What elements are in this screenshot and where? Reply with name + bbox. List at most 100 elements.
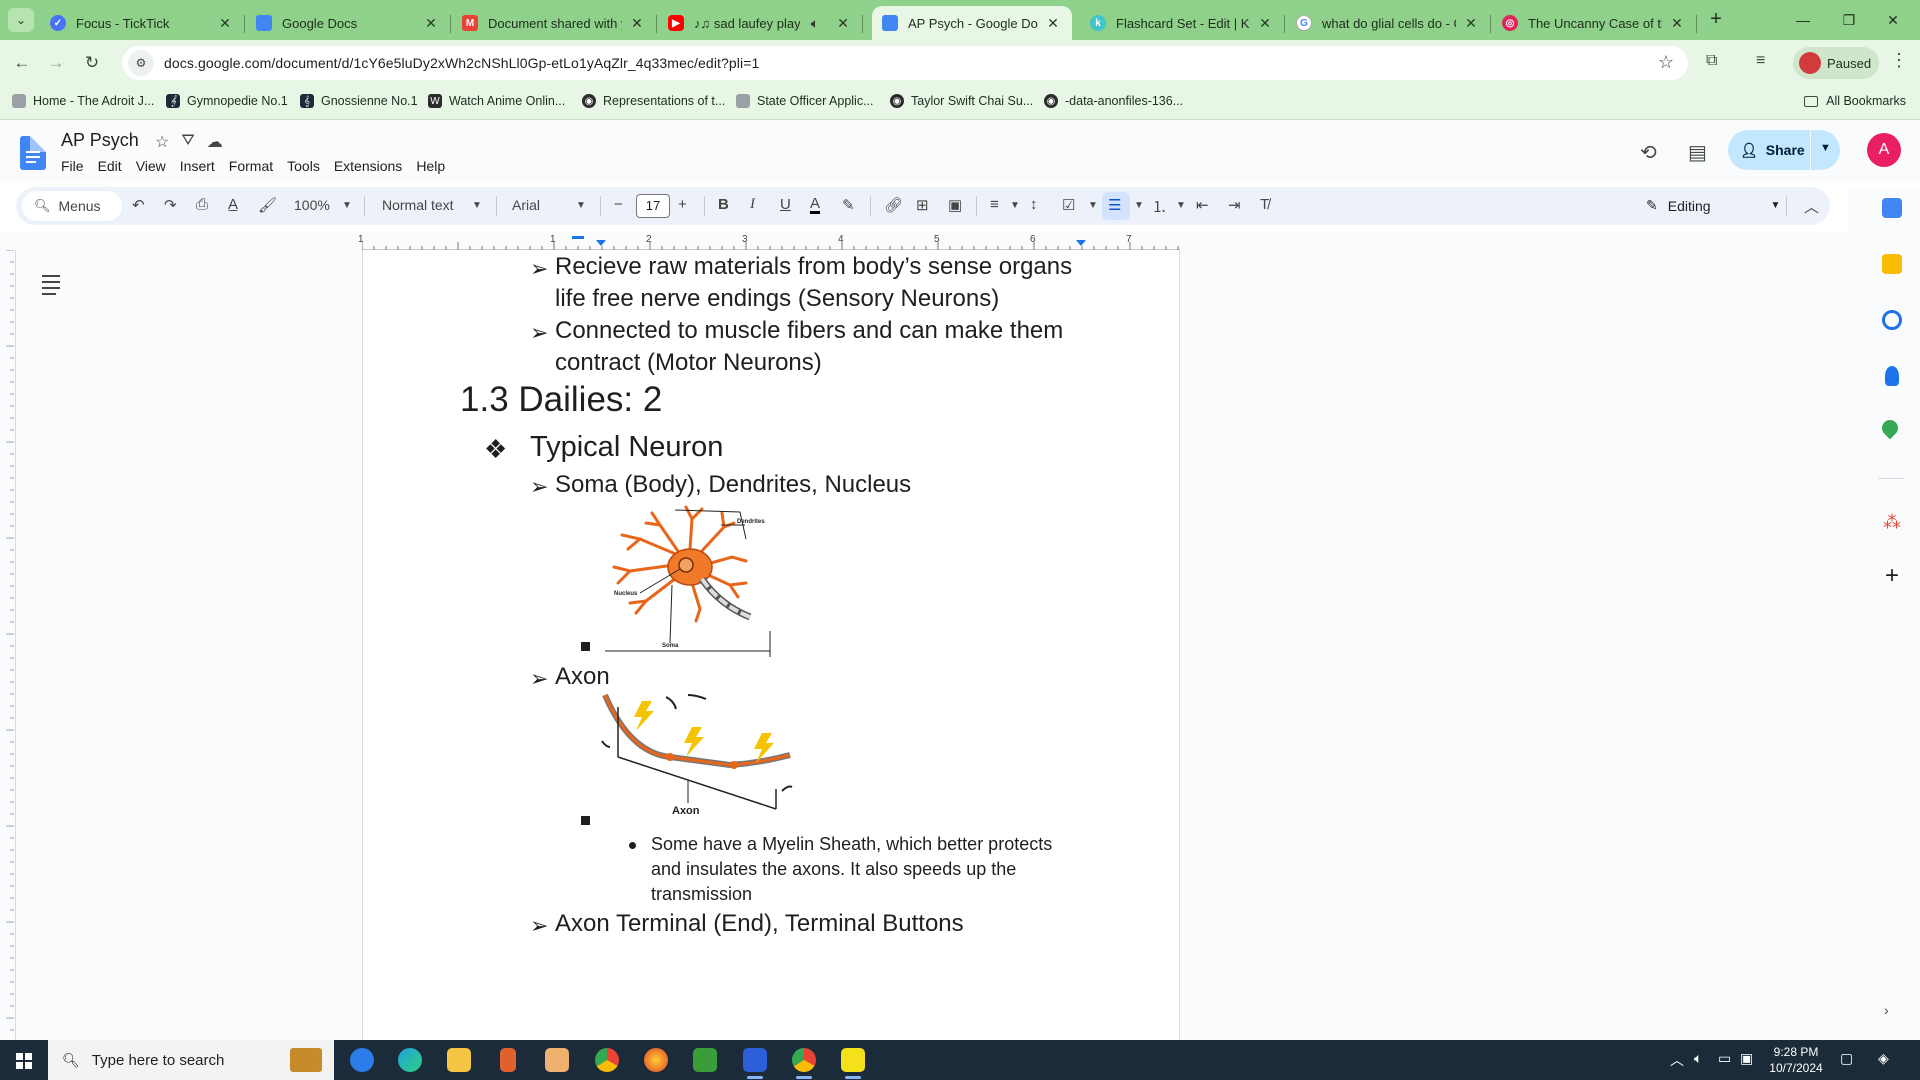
new-tab-button[interactable]: + xyxy=(1704,8,1728,32)
browser-tab[interactable]: G what do glial cells do - Go ✕ xyxy=(1286,6,1491,40)
media-control-icon[interactable]: ≡ xyxy=(1756,52,1765,70)
menu-format[interactable]: Format xyxy=(229,158,280,174)
spellcheck-icon[interactable]: A̲ xyxy=(228,196,238,213)
google-docs-logo-icon[interactable] xyxy=(20,136,46,170)
document-title[interactable]: AP Psych xyxy=(61,130,139,151)
media-player-icon[interactable] xyxy=(545,1048,569,1072)
close-icon[interactable]: ✕ xyxy=(834,15,852,32)
word-icon[interactable] xyxy=(743,1048,767,1079)
zoom-select[interactable]: 100% xyxy=(294,197,330,213)
font-size-input[interactable]: 17 xyxy=(636,194,670,218)
menu-file[interactable]: File xyxy=(61,158,91,174)
url-text[interactable]: docs.google.com/document/d/1cY6e5luDy2xW… xyxy=(164,55,759,71)
forward-button[interactable]: → xyxy=(44,51,68,75)
calendar-icon[interactable] xyxy=(1882,198,1902,218)
menu-tools[interactable]: Tools xyxy=(287,158,327,174)
caret-down-icon[interactable]: ▼ xyxy=(1176,200,1186,211)
style-select[interactable]: Normal text xyxy=(382,197,454,213)
editing-mode-select[interactable]: ✎ Editing ▼ xyxy=(1646,197,1780,214)
caret-down-icon[interactable]: ▼ xyxy=(576,200,586,211)
insert-image-icon[interactable]: ▣ xyxy=(948,196,962,214)
bookmark-item[interactable]: ◉ Representations of t... xyxy=(582,94,725,108)
doc-heading[interactable]: 1.3 Dailies: 2 xyxy=(460,380,662,420)
battery-icon[interactable]: ▭ xyxy=(1718,1050,1731,1067)
bold-icon[interactable]: B xyxy=(718,196,729,213)
reload-button[interactable]: ↻ xyxy=(80,51,104,75)
copilot-icon[interactable]: ◈ xyxy=(1878,1050,1889,1067)
doc-text-line[interactable]: Connected to muscle fibers and can make … xyxy=(555,317,1063,345)
caret-down-icon[interactable]: ▼ xyxy=(1010,200,1020,211)
contacts-icon[interactable] xyxy=(1885,366,1899,386)
chevron-right-icon[interactable]: › xyxy=(1884,1002,1889,1018)
link-icon[interactable]: 🔗︎ xyxy=(884,196,903,214)
browser-tab[interactable]: ▶ ♪♫ sad laufey playlis 🔈︎ ✕ xyxy=(658,6,863,40)
account-avatar[interactable]: A xyxy=(1867,133,1901,167)
checklist-icon[interactable]: ☑ xyxy=(1062,196,1075,214)
tab-search-button[interactable]: ⌄ xyxy=(8,8,34,32)
keep-icon[interactable] xyxy=(1882,254,1902,274)
system-clock[interactable]: 9:28 PM 10/7/2024 xyxy=(1760,1044,1832,1076)
get-addons-plus-icon[interactable]: + xyxy=(1882,564,1902,588)
right-indent-marker[interactable] xyxy=(1076,240,1086,246)
workspace-addon-icon[interactable]: ⁂ xyxy=(1882,512,1902,532)
browser-tab[interactable]: k Flashcard Set - Edit | Kno ✕ xyxy=(1080,6,1285,40)
more-menu-icon[interactable]: ⋮ xyxy=(1890,50,1908,71)
doc-text-line[interactable]: transmission xyxy=(651,884,752,905)
align-icon[interactable]: ≡ xyxy=(990,196,999,213)
bookmark-star-icon[interactable]: ☆ xyxy=(1658,52,1674,73)
highlight-icon[interactable]: ✎ xyxy=(842,196,855,214)
add-comment-icon[interactable]: ⊞ xyxy=(916,196,929,214)
caret-down-icon[interactable]: ▼ xyxy=(1134,200,1144,211)
document-outline-icon[interactable] xyxy=(42,275,60,299)
chevron-up-icon[interactable]: ︿ xyxy=(1670,1050,1684,1070)
back-button[interactable]: ← xyxy=(10,51,34,75)
speaker-icon[interactable]: 🔈︎ xyxy=(806,15,824,32)
increase-font-size-icon[interactable]: + xyxy=(678,196,687,213)
line-spacing-icon[interactable]: ↕ xyxy=(1030,196,1038,213)
browser-tab[interactable]: ✓ Focus - TickTick ✕ xyxy=(40,6,245,40)
windows-start-icon[interactable] xyxy=(16,1053,32,1069)
menu-extensions[interactable]: Extensions xyxy=(334,158,409,174)
move-to-drive-icon[interactable]: ⛛ xyxy=(181,132,194,152)
browser-tab[interactable]: Google Docs ✕ xyxy=(246,6,451,40)
chrome-icon[interactable] xyxy=(595,1048,619,1072)
bookmark-item[interactable]: 𝄞 Gymnopedie No.1 xyxy=(166,94,288,108)
close-icon[interactable]: ✕ xyxy=(1256,15,1274,32)
caret-down-icon[interactable]: ▼ xyxy=(1820,142,1831,154)
caret-down-icon[interactable]: ▼ xyxy=(342,200,352,211)
bookmark-item[interactable]: ◉ -data-anonfiles-136... xyxy=(1044,94,1183,108)
left-indent-marker[interactable] xyxy=(572,236,584,239)
cloud-saved-icon[interactable]: ☁ xyxy=(207,132,223,152)
profile-button[interactable]: Paused xyxy=(1793,47,1879,79)
menu-edit[interactable]: Edit xyxy=(98,158,129,174)
tasks-icon[interactable] xyxy=(1882,310,1902,330)
chrome-profile-icon[interactable] xyxy=(792,1048,816,1079)
close-window-button[interactable]: ✕ xyxy=(1866,0,1920,40)
volume-icon[interactable]: 🔈︎ xyxy=(1694,1050,1702,1067)
calculator-icon[interactable] xyxy=(693,1048,717,1072)
edge-icon[interactable] xyxy=(398,1048,422,1072)
close-icon[interactable]: ✕ xyxy=(628,15,646,32)
neuron-diagram-image[interactable]: Dendrites Nucleus Soma xyxy=(600,505,775,657)
clear-formatting-icon[interactable]: T̸ xyxy=(1260,196,1269,213)
menu-insert[interactable]: Insert xyxy=(180,158,222,174)
italic-icon[interactable]: I xyxy=(750,196,755,213)
comments-icon[interactable]: ▤ xyxy=(1688,140,1707,165)
collapse-toolbar-icon[interactable]: ︿ xyxy=(1804,196,1819,217)
bookmark-item[interactable]: W Watch Anime Onlin... xyxy=(428,94,565,108)
extensions-icon[interactable]: ⧉ xyxy=(1706,52,1717,70)
task-view-icon[interactable] xyxy=(350,1048,374,1072)
app-icon[interactable] xyxy=(500,1048,516,1072)
doc-text-line[interactable]: Recieve raw materials from body’s sense … xyxy=(555,253,1072,281)
bookmark-item[interactable]: 𝄞 Gnossienne No.1 xyxy=(300,94,418,108)
numbered-list-icon[interactable]: ⒈ xyxy=(1152,196,1167,217)
star-icon[interactable]: ☆ xyxy=(155,132,169,152)
redo-icon[interactable]: ↷ xyxy=(164,196,177,214)
menu-view[interactable]: View xyxy=(136,158,173,174)
underline-icon[interactable]: U xyxy=(780,196,791,213)
site-info-icon[interactable]: ⚙ xyxy=(128,50,154,76)
close-icon[interactable]: ✕ xyxy=(422,15,440,32)
browser-tab[interactable]: M Document shared with yo ✕ xyxy=(452,6,657,40)
close-icon[interactable]: ✕ xyxy=(1462,15,1480,32)
close-icon[interactable]: ✕ xyxy=(216,15,234,32)
